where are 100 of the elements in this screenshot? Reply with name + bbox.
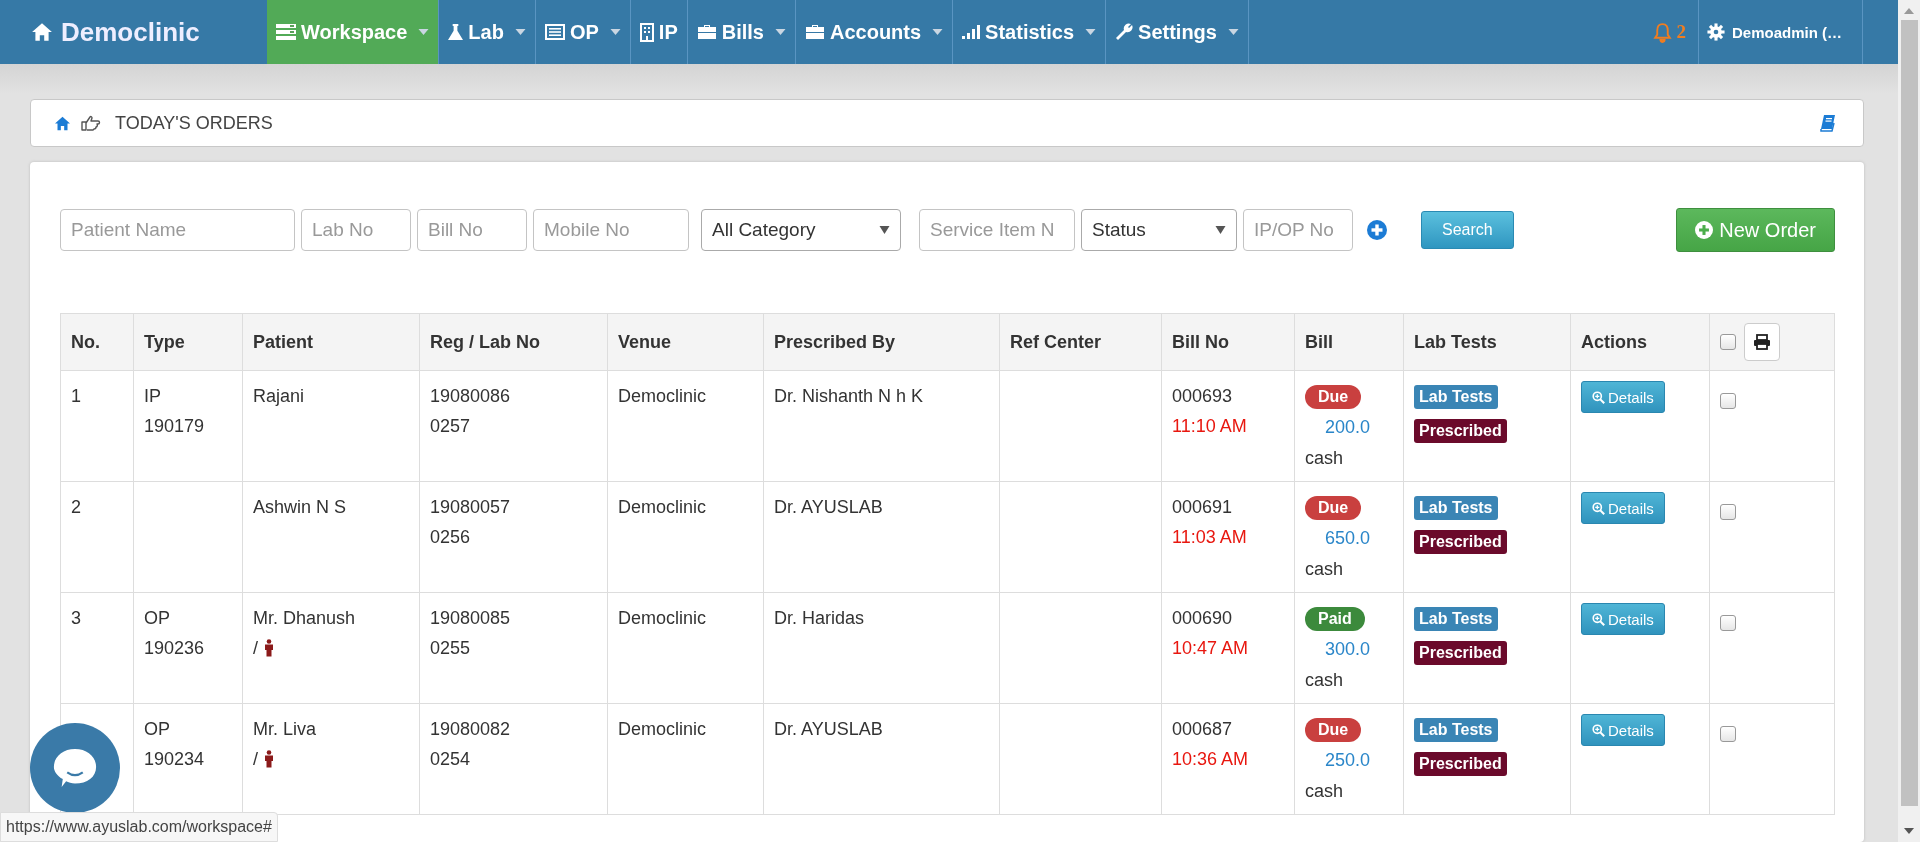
row-checkbox[interactable] <box>1720 393 1736 410</box>
payment-mode: cash <box>1305 558 1345 581</box>
venue: Democlinic <box>618 386 707 406</box>
plus-circle-icon <box>1695 221 1714 239</box>
signal-icon <box>962 25 981 39</box>
visit-type: OP <box>144 718 171 741</box>
scroll-down-icon[interactable] <box>1904 828 1914 834</box>
filter-field[interactable]: Mobile No <box>533 209 689 251</box>
status-label: Prescribed <box>1414 530 1507 554</box>
print-button[interactable] <box>1744 323 1780 361</box>
column-header: Prescribed By <box>763 313 1000 371</box>
bill-status-badge: Due <box>1305 718 1362 742</box>
visit-number: 190234 <box>144 748 206 771</box>
details-button[interactable]: Details <box>1581 492 1665 524</box>
row-checkbox[interactable] <box>1720 726 1736 743</box>
reg-number: 19080085 <box>430 607 512 630</box>
caret-icon <box>609 29 621 35</box>
select-all-checkbox[interactable] <box>1720 334 1736 350</box>
home-icon <box>31 22 53 42</box>
male-icon <box>264 750 274 768</box>
payment-mode: cash <box>1305 669 1345 692</box>
caret-icon <box>775 29 786 35</box>
scrollbar-thumb[interactable] <box>1900 20 1918 806</box>
row-number: 1 <box>71 386 81 406</box>
page-title: TODAY'S ORDERS <box>115 112 273 134</box>
prescriber: Dr. Nishanth N h K <box>774 386 924 406</box>
bill-time: 10:47 AM <box>1172 637 1250 660</box>
zoom-icon <box>1592 723 1605 737</box>
briefcase-icon <box>696 24 717 40</box>
venue: Democlinic <box>618 608 707 628</box>
building-icon <box>639 22 654 42</box>
caret-icon <box>1085 29 1097 35</box>
bill-amount[interactable]: 300.0 <box>1305 633 1393 665</box>
male-icon <box>264 639 274 657</box>
payment-mode: cash <box>1305 780 1345 803</box>
lab-number: 0254 <box>430 748 472 771</box>
visit-number: 190179 <box>144 415 206 438</box>
bell-icon <box>1652 21 1672 43</box>
wrench-icon <box>1115 23 1134 41</box>
filter-field[interactable]: IP/OP No <box>1243 209 1353 251</box>
caret-icon <box>418 29 430 35</box>
bill-amount[interactable]: 200.0 <box>1305 411 1393 443</box>
filter-field[interactable]: Service Item N <box>919 209 1075 251</box>
lab-tests-label: Lab Tests <box>1414 385 1498 409</box>
reg-number: 19080082 <box>430 718 512 741</box>
venue: Democlinic <box>618 719 707 739</box>
prescriber: Dr. AYUSLAB <box>774 719 883 739</box>
separator-slash: / <box>253 748 258 771</box>
caret-icon <box>932 29 944 35</box>
bill-status-badge: Paid <box>1305 607 1365 631</box>
bill-status-badge: Due <box>1305 385 1362 409</box>
row-checkbox[interactable] <box>1720 615 1736 632</box>
column-header: Venue <box>607 313 764 371</box>
details-button[interactable]: Details <box>1581 381 1665 413</box>
search-button[interactable]: Search <box>1421 211 1514 249</box>
column-header: Bill <box>1294 313 1404 371</box>
printer-icon <box>1753 334 1771 350</box>
server-icon <box>276 24 296 40</box>
zoom-icon <box>1592 390 1605 404</box>
filter-dropdown[interactable]: All Category <box>701 209 901 251</box>
bill-time: 11:03 AM <box>1172 526 1248 549</box>
bill-number: 000687 <box>1172 718 1234 741</box>
column-header: Ref Center <box>999 313 1162 371</box>
patient-name: Mr. Liva <box>253 718 318 741</box>
column-header: Reg / Lab No <box>419 313 608 371</box>
nav-menu[interactable]: Workspace <box>267 0 440 64</box>
zoom-icon <box>1592 612 1605 626</box>
column-header: Type <box>133 313 243 371</box>
book-icon[interactable] <box>1820 114 1836 132</box>
pointing-hand-icon <box>81 115 101 131</box>
details-button[interactable]: Details <box>1581 714 1665 746</box>
caret-icon <box>514 29 526 35</box>
bill-time: 11:10 AM <box>1172 415 1248 438</box>
filter-field[interactable]: Bill No <box>417 209 527 251</box>
filter-dropdown[interactable]: Status <box>1081 209 1237 251</box>
prescriber: Dr. AYUSLAB <box>774 497 883 517</box>
link-url-tooltip: https://www.ayuslab.com/workspace# <box>0 812 278 842</box>
brand-link[interactable]: Democlinic <box>0 0 267 64</box>
scroll-up-icon[interactable] <box>1904 8 1914 14</box>
add-filter-icon[interactable] <box>1367 220 1387 240</box>
lab-tests-label: Lab Tests <box>1414 718 1498 742</box>
dropdown-arrow-icon <box>879 226 890 234</box>
column-header: Lab Tests <box>1403 313 1571 371</box>
patient-name: Mr. Dhanush <box>253 607 357 630</box>
venue: Democlinic <box>618 497 707 517</box>
bill-amount[interactable]: 250.0 <box>1305 744 1393 776</box>
filter-field[interactable]: Patient Name <box>60 209 295 251</box>
chat-bubble-icon <box>52 748 98 788</box>
row-checkbox[interactable] <box>1720 504 1736 521</box>
scrollbar[interactable] <box>1898 0 1920 842</box>
visit-type: OP <box>144 607 171 630</box>
row-number: 2 <box>71 497 81 517</box>
bill-amount[interactable]: 650.0 <box>1305 522 1393 554</box>
new-order-button[interactable]: New Order <box>1676 208 1835 252</box>
details-button[interactable]: Details <box>1581 603 1665 635</box>
reg-number: 19080086 <box>430 385 512 408</box>
home-icon[interactable] <box>54 115 71 131</box>
filter-field[interactable]: Lab No <box>301 209 411 251</box>
prescriber: Dr. Haridas <box>774 608 865 628</box>
briefcase-icon <box>805 24 825 40</box>
